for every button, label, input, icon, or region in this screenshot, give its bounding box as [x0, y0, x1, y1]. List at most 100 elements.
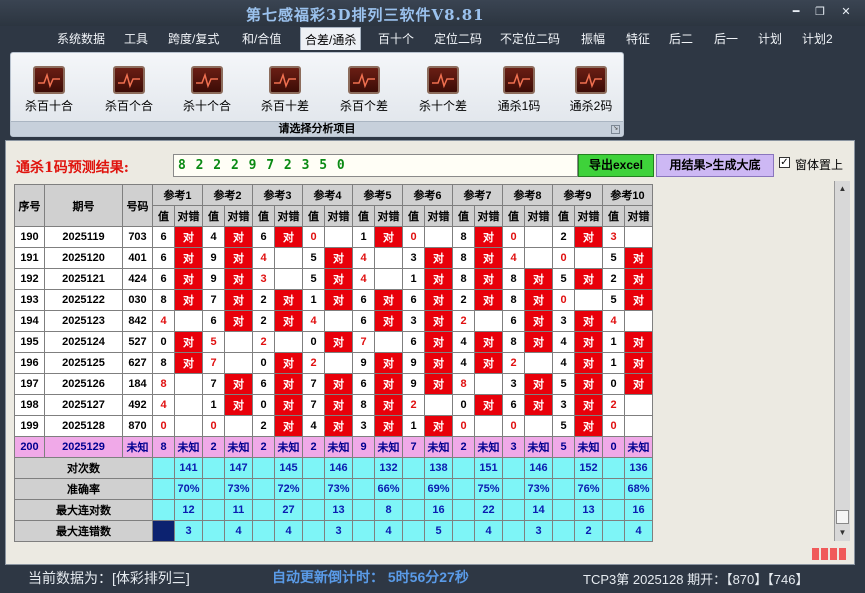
cell-hit: 对 — [524, 331, 553, 353]
ribbon-button-4[interactable]: 杀百个差 — [332, 66, 396, 116]
cell-miss — [274, 331, 303, 353]
vertical-scrollbar[interactable]: ▲ ▼ — [834, 181, 850, 541]
cell-value: 4 — [352, 247, 375, 269]
cell-value: 6 — [352, 373, 375, 395]
cell-value: 8 — [452, 247, 475, 269]
menu-item-9[interactable]: 特征 — [626, 30, 650, 47]
ribbon-button-3[interactable]: 杀百十差 — [253, 66, 317, 116]
cell-hit: 对 — [624, 373, 653, 395]
okbad-subheader: 对错 — [224, 205, 253, 227]
cell-value: 1 — [402, 415, 425, 437]
close-button[interactable]: ✕ — [838, 6, 854, 18]
ribbon-button-2[interactable]: 杀十个合 — [175, 66, 239, 116]
table-row[interactable]: 190 2025119 703 6 对 4 对 6 对 0 1 对 0 8 对 0 2 对 3 — [14, 226, 653, 248]
generate-base-button[interactable]: 用结果>生成大底 — [656, 154, 774, 177]
stat-blank — [202, 478, 225, 500]
export-excel-button[interactable]: 导出excel — [578, 154, 654, 177]
cell-value: 3 — [402, 247, 425, 269]
table-row[interactable]: 197 2025126 184 8 7 对 6 对 7 对 6 对 9 对 8 3 对 5 对 0 对 — [14, 373, 653, 395]
cell-issue: 2025126 — [44, 373, 123, 395]
restore-button[interactable]: ❐ — [812, 6, 828, 18]
cell-value: 3 — [502, 436, 525, 458]
ribbon-button-6[interactable]: 通杀1码 — [487, 66, 551, 116]
cell-value: 4 — [152, 394, 175, 416]
menu-item-10[interactable]: 后二 — [669, 30, 693, 47]
cell-hit: 对 — [374, 394, 403, 416]
cell-hit: 对 — [224, 247, 253, 269]
menu-item-7[interactable]: 不定位二码 — [500, 30, 560, 47]
table-row[interactable]: 193 2025122 030 8 对 7 对 2 对 1 对 6 对 6 对 2 对 8 对 0 5 对 — [14, 289, 653, 311]
scroll-thumb[interactable] — [836, 510, 849, 524]
cell-number: 527 — [122, 331, 153, 353]
menu-item-12[interactable]: 计划 — [758, 30, 782, 47]
stat-blank — [452, 478, 475, 500]
table-row[interactable]: 194 2025123 842 4 6 对 2 对 4 6 对 3 对 2 6 对 3 对 4 — [14, 310, 653, 332]
cell-value: 9 — [352, 436, 375, 458]
cell-hit: 对 — [324, 415, 353, 437]
cell-hit: 对 — [224, 226, 253, 248]
cell-hit: 对 — [574, 331, 603, 353]
cell-value: 6 — [402, 289, 425, 311]
header-0: 序号 — [14, 184, 45, 227]
menu-item-1[interactable]: 工具 — [124, 30, 148, 47]
prediction-value-field[interactable]: 8 2 2 2 9 7 2 3 5 0 — [173, 154, 578, 177]
stat-blank — [502, 457, 525, 479]
stat-value: 73% — [324, 478, 353, 500]
menu-item-4[interactable]: 合差/通杀 — [300, 27, 362, 50]
table-row[interactable]: 191 2025120 401 6 对 9 对 4 5 对 4 3 对 8 对 4 0 5 对 — [14, 247, 653, 269]
table-row[interactable]: 196 2025125 627 8 对 7 0 对 2 9 对 9 对 4 对 2 4 对 1 对 — [14, 352, 653, 374]
menu-item-6[interactable]: 定位二码 — [434, 30, 482, 47]
table-row[interactable]: 200 2025129 未知 8 未知 2 未知 2 未知 2 未知 9 未知 7 未知 2 未知 3 未知 5 未知 0… — [14, 436, 653, 458]
stat-value: 27 — [274, 499, 303, 521]
menu-item-3[interactable]: 和/合值 — [242, 30, 281, 47]
ribbon-button-5[interactable]: 杀十个差 — [411, 66, 475, 116]
cell-value: 1 — [302, 289, 325, 311]
cell-hit: 对 — [174, 289, 203, 311]
stat-value: 4 — [474, 520, 503, 542]
cell-miss — [224, 352, 253, 374]
table-row[interactable]: 199 2025128 870 0 0 2 对 4 对 3 对 1 对 0 0 5 对 0 — [14, 415, 653, 437]
cell-miss — [274, 268, 303, 290]
stat-label: 对次数 — [14, 457, 153, 479]
cell-value: 1 — [402, 268, 425, 290]
scroll-up-icon[interactable]: ▲ — [837, 183, 848, 194]
cell-miss — [174, 415, 203, 437]
cell-value: 5 — [202, 331, 225, 353]
menu-item-13[interactable]: 计划2 — [802, 30, 833, 47]
minimize-button[interactable]: ━ — [788, 6, 804, 18]
cell-miss — [474, 373, 503, 395]
cell-value: 8 — [452, 226, 475, 248]
table-row[interactable]: 192 2025121 424 6 对 9 对 3 5 对 4 1 对 8 对 8 对 5 对 2 对 — [14, 268, 653, 290]
cell-unknown: 未知 — [624, 436, 653, 458]
cell-number: 627 — [122, 352, 153, 374]
cell-value: 2 — [252, 436, 275, 458]
table-row[interactable]: 195 2025124 527 0 对 5 2 0 对 7 6 对 4 对 8 对 4 对 1 对 — [14, 331, 653, 353]
menu-item-0[interactable]: 系统数据 — [57, 30, 105, 47]
cell-hit: 对 — [174, 247, 203, 269]
menu-item-11[interactable]: 后一 — [714, 30, 738, 47]
header-2: 号码 — [122, 184, 153, 227]
cell-hit: 对 — [374, 310, 403, 332]
cell-value: 2 — [452, 436, 475, 458]
cell-value: 6 — [352, 289, 375, 311]
scroll-down-icon[interactable]: ▼ — [837, 527, 848, 538]
ribbon-button-7[interactable]: 通杀2码 — [559, 66, 623, 116]
result-grid: 序号 期号 号码 参考1 参考2 参考3 参考4 参考5 参考6 参考7 参考8 参考9 参考10 值对错… — [14, 184, 772, 542]
stat-blank — [252, 457, 275, 479]
chart-icon — [113, 66, 145, 94]
value-subheader: 值 — [402, 205, 425, 227]
topmost-checkbox[interactable]: ✓ — [779, 157, 790, 168]
stat-value: 2 — [574, 520, 603, 542]
stat-value: 11 — [224, 499, 253, 521]
stat-label: 最大连对数 — [14, 499, 153, 521]
menu-item-2[interactable]: 跨度/复式 — [168, 30, 219, 47]
menu-item-8[interactable]: 振幅 — [581, 30, 605, 47]
table-row[interactable]: 198 2025127 492 4 1 对 0 对 7 对 8 对 2 0 对 6 对 3 对 2 — [14, 394, 653, 416]
ribbon-button-1[interactable]: 杀百个合 — [97, 66, 161, 116]
cell-value: 7 — [402, 436, 425, 458]
menu-item-5[interactable]: 百十个 — [378, 30, 414, 47]
stat-blank — [202, 499, 225, 521]
ribbon-button-0[interactable]: 杀百十合 — [17, 66, 81, 116]
cell-number: 424 — [122, 268, 153, 290]
ribbon-expand-icon[interactable]: ↘ — [611, 125, 620, 134]
